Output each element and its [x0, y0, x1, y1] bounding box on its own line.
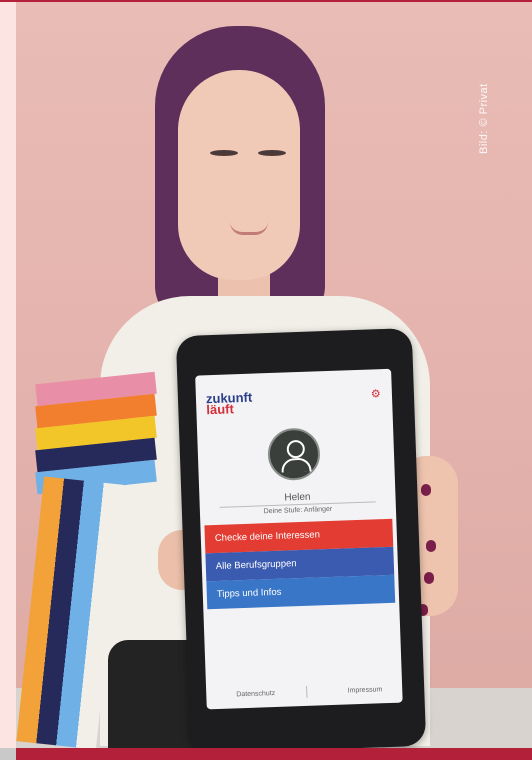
bottom-bar [0, 748, 532, 760]
screen-footer: Datenschutz Impressum [206, 685, 402, 700]
fingernail [421, 484, 431, 496]
left-eye [210, 150, 238, 156]
footer-divider [306, 685, 308, 698]
avatar-body [281, 457, 312, 473]
status-bar [195, 369, 391, 391]
app-logo: zukunft läuft [206, 390, 253, 418]
main-menu: Checke deine Interessen Alle Berufsgrupp… [204, 518, 396, 610]
phone-screen: zukunft läuft ⚙ Helen Deine Stufe: Anfän… [195, 368, 403, 710]
gear-icon[interactable]: ⚙ [371, 388, 382, 400]
bottom-bar-corner [0, 748, 16, 760]
smartphone: zukunft läuft ⚙ Helen Deine Stufe: Anfän… [175, 328, 427, 754]
fingernail [426, 540, 436, 552]
photo-credit: Bild: © Privat [478, 83, 490, 154]
privacy-link[interactable]: Datenschutz [236, 690, 275, 698]
left-border [0, 2, 16, 748]
user-avatar-icon [267, 427, 321, 482]
avatar-head [286, 439, 306, 459]
imprint-link[interactable]: Impressum [348, 686, 383, 694]
face [178, 70, 300, 280]
fingernail [424, 572, 434, 584]
right-eye [258, 150, 286, 156]
menu-item-tipps[interactable]: Tipps und Infos [206, 574, 396, 610]
